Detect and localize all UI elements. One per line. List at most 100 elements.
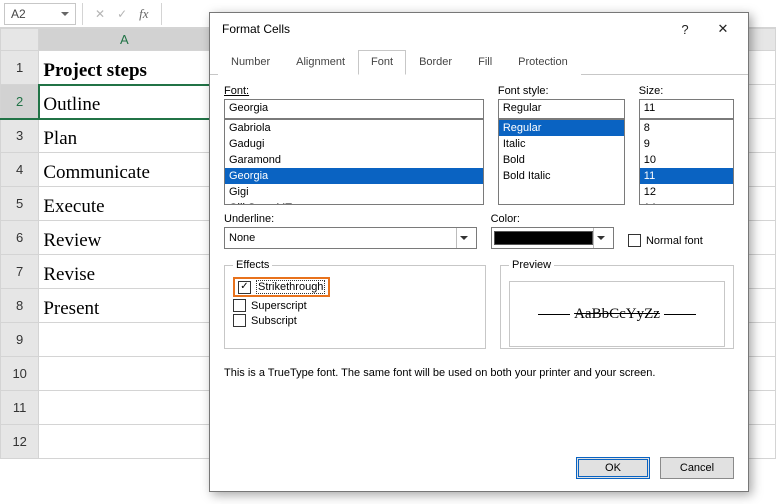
effects-group: Effects ✓ Strikethrough Superscript Subs… xyxy=(224,259,486,349)
subscript-label: Subscript xyxy=(251,315,297,327)
list-item[interactable]: Gadugi xyxy=(225,136,483,152)
tab-border[interactable]: Border xyxy=(406,50,465,75)
cell[interactable] xyxy=(39,323,211,357)
checkbox-box xyxy=(628,234,641,247)
list-item[interactable]: 10 xyxy=(640,152,733,168)
list-item[interactable]: Regular xyxy=(499,120,624,136)
fontstyle-label: Font style: xyxy=(498,85,625,97)
select-all-corner[interactable] xyxy=(1,29,39,51)
row-header[interactable]: 11 xyxy=(1,391,39,425)
cell-A6[interactable]: Review xyxy=(39,221,211,255)
close-icon: ✕ xyxy=(718,21,729,37)
tab-font[interactable]: Font xyxy=(358,50,406,75)
format-cells-dialog: Format Cells ? ✕ Number Alignment Font B… xyxy=(209,12,749,492)
chevron-down-icon[interactable] xyxy=(61,12,69,16)
fontstyle-input[interactable]: Regular xyxy=(498,99,625,119)
cell-A8[interactable]: Present xyxy=(39,289,211,323)
row-header[interactable]: 5 xyxy=(1,187,39,221)
superscript-label: Superscript xyxy=(251,300,307,312)
cell-A7[interactable]: Revise xyxy=(39,255,211,289)
ok-button[interactable]: OK xyxy=(576,457,650,479)
size-list[interactable]: 8 9 10 11 12 14 xyxy=(639,119,734,205)
chevron-down-icon[interactable] xyxy=(456,228,472,248)
col-header-A[interactable]: A xyxy=(39,29,211,51)
row-header[interactable]: 6 xyxy=(1,221,39,255)
font-label: Font: xyxy=(224,85,484,97)
color-select[interactable] xyxy=(491,227,614,249)
close-button[interactable]: ✕ xyxy=(704,15,742,43)
subscript-checkbox[interactable]: Subscript xyxy=(233,314,477,327)
list-item[interactable]: 11 xyxy=(640,168,733,184)
cell[interactable] xyxy=(39,391,211,425)
help-icon: ? xyxy=(681,22,688,37)
chevron-down-icon[interactable] xyxy=(593,228,609,248)
size-label: Size: xyxy=(639,85,734,97)
font-list[interactable]: Gabriola Gadugi Garamond Georgia Gigi Gi… xyxy=(224,119,484,205)
checkbox-box xyxy=(233,299,246,312)
list-item[interactable]: 9 xyxy=(640,136,733,152)
row-header[interactable]: 10 xyxy=(1,357,39,391)
row-header[interactable]: 1 xyxy=(1,51,39,85)
list-item[interactable]: 12 xyxy=(640,184,733,200)
cell-A3[interactable]: Plan xyxy=(39,119,211,153)
name-box-value: A2 xyxy=(11,7,26,21)
titlebar[interactable]: Format Cells ? ✕ xyxy=(210,13,748,45)
cell-A1[interactable]: Project steps xyxy=(39,51,211,85)
list-item[interactable]: Italic xyxy=(499,136,624,152)
underline-select[interactable]: None xyxy=(224,227,477,249)
tab-strip: Number Alignment Font Border Fill Protec… xyxy=(210,49,748,75)
separator xyxy=(82,3,83,25)
cancel-icon: ✕ xyxy=(95,7,105,21)
list-item[interactable]: 8 xyxy=(640,120,733,136)
help-button[interactable]: ? xyxy=(666,15,704,43)
list-item[interactable]: Garamond xyxy=(225,152,483,168)
cell-A4[interactable]: Communicate xyxy=(39,153,211,187)
superscript-checkbox[interactable]: Superscript xyxy=(233,299,477,312)
confirm-icon: ✓ xyxy=(117,7,127,21)
fx-icon[interactable]: fx xyxy=(139,6,148,22)
row-header[interactable]: 3 xyxy=(1,119,39,153)
underline-label: Underline: xyxy=(224,213,477,225)
row-header[interactable]: 4 xyxy=(1,153,39,187)
tab-protection[interactable]: Protection xyxy=(505,50,581,75)
tab-number[interactable]: Number xyxy=(218,50,283,75)
strikethrough-checkbox[interactable]: ✓ Strikethrough xyxy=(238,280,325,294)
row-header[interactable]: 9 xyxy=(1,323,39,357)
list-item[interactable]: Gigi xyxy=(225,184,483,200)
name-box[interactable]: A2 xyxy=(4,3,76,25)
checkbox-box xyxy=(233,314,246,327)
checkbox-box: ✓ xyxy=(238,281,251,294)
list-item[interactable]: Bold Italic xyxy=(499,168,624,184)
cancel-button[interactable]: Cancel xyxy=(660,457,734,479)
list-item[interactable]: Gill Sans MT xyxy=(225,200,483,205)
preview-legend: Preview xyxy=(509,259,554,271)
tab-alignment[interactable]: Alignment xyxy=(283,50,358,75)
font-hint: This is a TrueType font. The same font w… xyxy=(224,367,734,379)
preview-area: AaBbCcYyZz xyxy=(509,281,725,347)
list-item[interactable]: 14 xyxy=(640,200,733,205)
row-header[interactable]: 8 xyxy=(1,289,39,323)
color-label: Color: xyxy=(491,213,614,225)
row-header[interactable]: 7 xyxy=(1,255,39,289)
size-input[interactable]: 11 xyxy=(639,99,734,119)
cell-A2[interactable]: Outline xyxy=(39,85,211,119)
list-item[interactable]: Bold xyxy=(499,152,624,168)
list-item[interactable]: Gabriola xyxy=(225,120,483,136)
preview-sample: AaBbCcYyZz xyxy=(534,306,700,323)
row-header[interactable]: 2 xyxy=(1,85,39,119)
cell-A5[interactable]: Execute xyxy=(39,187,211,221)
tab-fill[interactable]: Fill xyxy=(465,50,505,75)
list-item[interactable]: Georgia xyxy=(225,168,483,184)
fontstyle-list[interactable]: Regular Italic Bold Bold Italic xyxy=(498,119,625,205)
preview-group: Preview AaBbCcYyZz xyxy=(500,259,734,349)
dialog-body: Font: Georgia Gabriola Gadugi Garamond G… xyxy=(210,75,748,491)
underline-value: None xyxy=(229,232,255,244)
font-input[interactable]: Georgia xyxy=(224,99,484,119)
normal-font-checkbox[interactable]: Normal font xyxy=(628,234,734,247)
cell[interactable] xyxy=(39,357,211,391)
normal-font-label: Normal font xyxy=(646,235,703,247)
color-swatch xyxy=(494,231,593,245)
row-header[interactable]: 12 xyxy=(1,425,39,459)
cell[interactable] xyxy=(39,425,211,459)
strikethrough-label: Strikethrough xyxy=(256,280,325,294)
